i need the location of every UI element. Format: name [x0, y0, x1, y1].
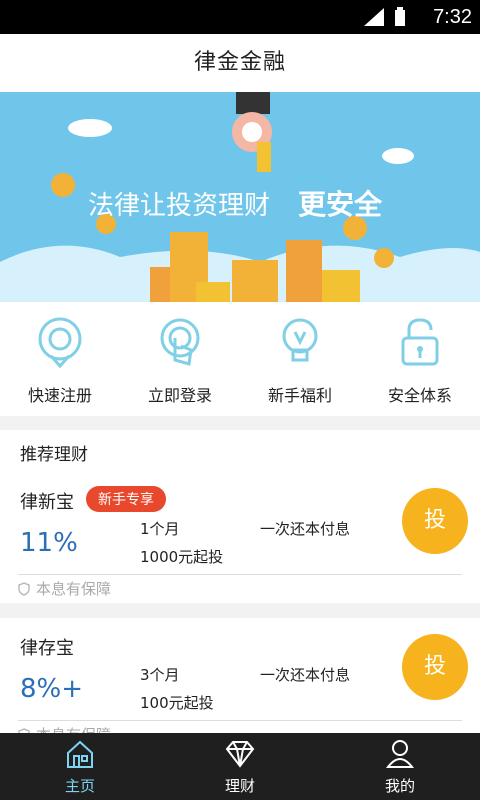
tab-mine[interactable]: 我的	[320, 733, 480, 800]
login-touch-icon	[160, 318, 200, 366]
bottom-tab-bar: 主页 理财 我的	[0, 733, 480, 800]
product-name: 律新宝	[20, 492, 74, 513]
card-divider	[18, 720, 462, 721]
quick-security-label: 安全体系	[387, 386, 452, 405]
lightbulb-icon	[282, 318, 318, 362]
quick-login-label: 立即登录	[147, 386, 212, 405]
product-card[interactable]: 律存宝 8%+ 3个月 100元起投 一次还本付息 投 本息有保障	[0, 618, 480, 733]
product-rate: 11%	[20, 528, 78, 558]
banner-slogan: 法律让投资理财	[88, 191, 270, 221]
page-title: 律金金融	[193, 50, 286, 75]
quick-security[interactable]: 安全体系	[360, 302, 480, 416]
tab-home[interactable]: 主页	[0, 733, 160, 800]
quick-newbie[interactable]: 新手福利	[240, 302, 360, 416]
quick-register-label: 快速注册	[27, 386, 92, 405]
status-bar: 7:32	[0, 0, 480, 34]
register-icon	[38, 317, 82, 369]
app-bar: 律金金融	[0, 34, 480, 92]
quick-actions: 快速注册 立即登录 新手福利 安全体系	[0, 302, 480, 416]
newbie-badge: 新手专享	[86, 486, 166, 512]
tab-finance[interactable]: 理财	[160, 733, 320, 800]
user-icon	[385, 740, 415, 768]
tab-finance-label: 理财	[224, 777, 255, 795]
product-name: 律存宝	[20, 638, 74, 659]
banner-slogan-emphasis: 更安全	[298, 188, 383, 221]
tab-mine-label: 我的	[384, 777, 415, 795]
product-min-investment: 1000元起投	[140, 548, 224, 566]
lock-icon	[401, 318, 439, 366]
quick-newbie-label: 新手福利	[267, 386, 332, 405]
battery-icon	[395, 7, 405, 26]
invest-button[interactable]: 投	[402, 634, 468, 700]
guarantee-note: 本息有保障	[18, 724, 111, 733]
banner-illustration: 法律让投资理财 更安全	[0, 92, 480, 302]
product-card[interactable]: 律新宝 新手专享 11% 1个月 1000元起投 一次还本付息 投 本息有保障	[0, 472, 480, 603]
product-rate: 8%+	[20, 674, 84, 704]
status-icons	[364, 7, 406, 27]
status-time: 7:32	[433, 6, 472, 28]
guarantee-text: 本息有保障	[36, 724, 111, 733]
quick-register[interactable]: 快速注册	[0, 302, 120, 416]
shield-icon	[18, 581, 30, 596]
quick-login[interactable]: 立即登录	[120, 302, 240, 416]
section-title: 推荐理财	[20, 445, 88, 465]
section-header: 推荐理财	[0, 430, 480, 472]
home-icon	[67, 740, 93, 768]
invest-button[interactable]: 投	[402, 488, 468, 554]
tab-home-label: 主页	[64, 777, 95, 795]
product-repayment: 一次还本付息	[260, 666, 351, 684]
signal-icon	[364, 8, 384, 26]
guarantee-note: 本息有保障	[18, 578, 111, 599]
diamond-icon	[225, 741, 255, 768]
promo-banner[interactable]: 法律让投资理财 更安全	[0, 92, 480, 302]
product-term: 3个月	[140, 666, 180, 684]
card-divider	[18, 574, 462, 575]
product-repayment: 一次还本付息	[260, 520, 351, 538]
guarantee-text: 本息有保障	[36, 580, 112, 598]
product-term: 1个月	[140, 520, 180, 538]
product-min-investment: 100元起投	[140, 694, 214, 712]
